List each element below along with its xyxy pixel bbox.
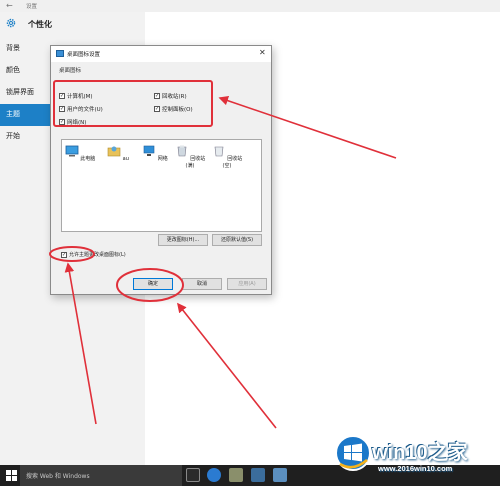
highlight-box [53,80,213,127]
watermark-url: www.2016win10.com [378,464,453,473]
settings-app-icon[interactable] [273,468,287,482]
browser-icon[interactable] [207,468,221,482]
windows-start-icon[interactable] [6,470,17,481]
highlight-ellipse [116,268,184,302]
taskbar-search-box[interactable]: 搜索 Web 和 Windows [20,465,182,486]
task-view-icon[interactable] [186,468,200,482]
annotation-arrow [64,262,97,425]
win10-logo-icon [335,435,371,471]
highlight-ellipse [49,246,95,262]
search-placeholder: 搜索 Web 和 Windows [26,473,90,480]
annotation-arrow [177,302,277,429]
annotation-arrow [218,96,397,159]
file-explorer-icon[interactable] [229,468,243,482]
watermark: win10之家 www.2016win10.com [334,432,500,480]
annotation-layer [49,80,397,429]
store-icon[interactable] [251,468,265,482]
watermark-brand: win10之家 [372,442,468,464]
